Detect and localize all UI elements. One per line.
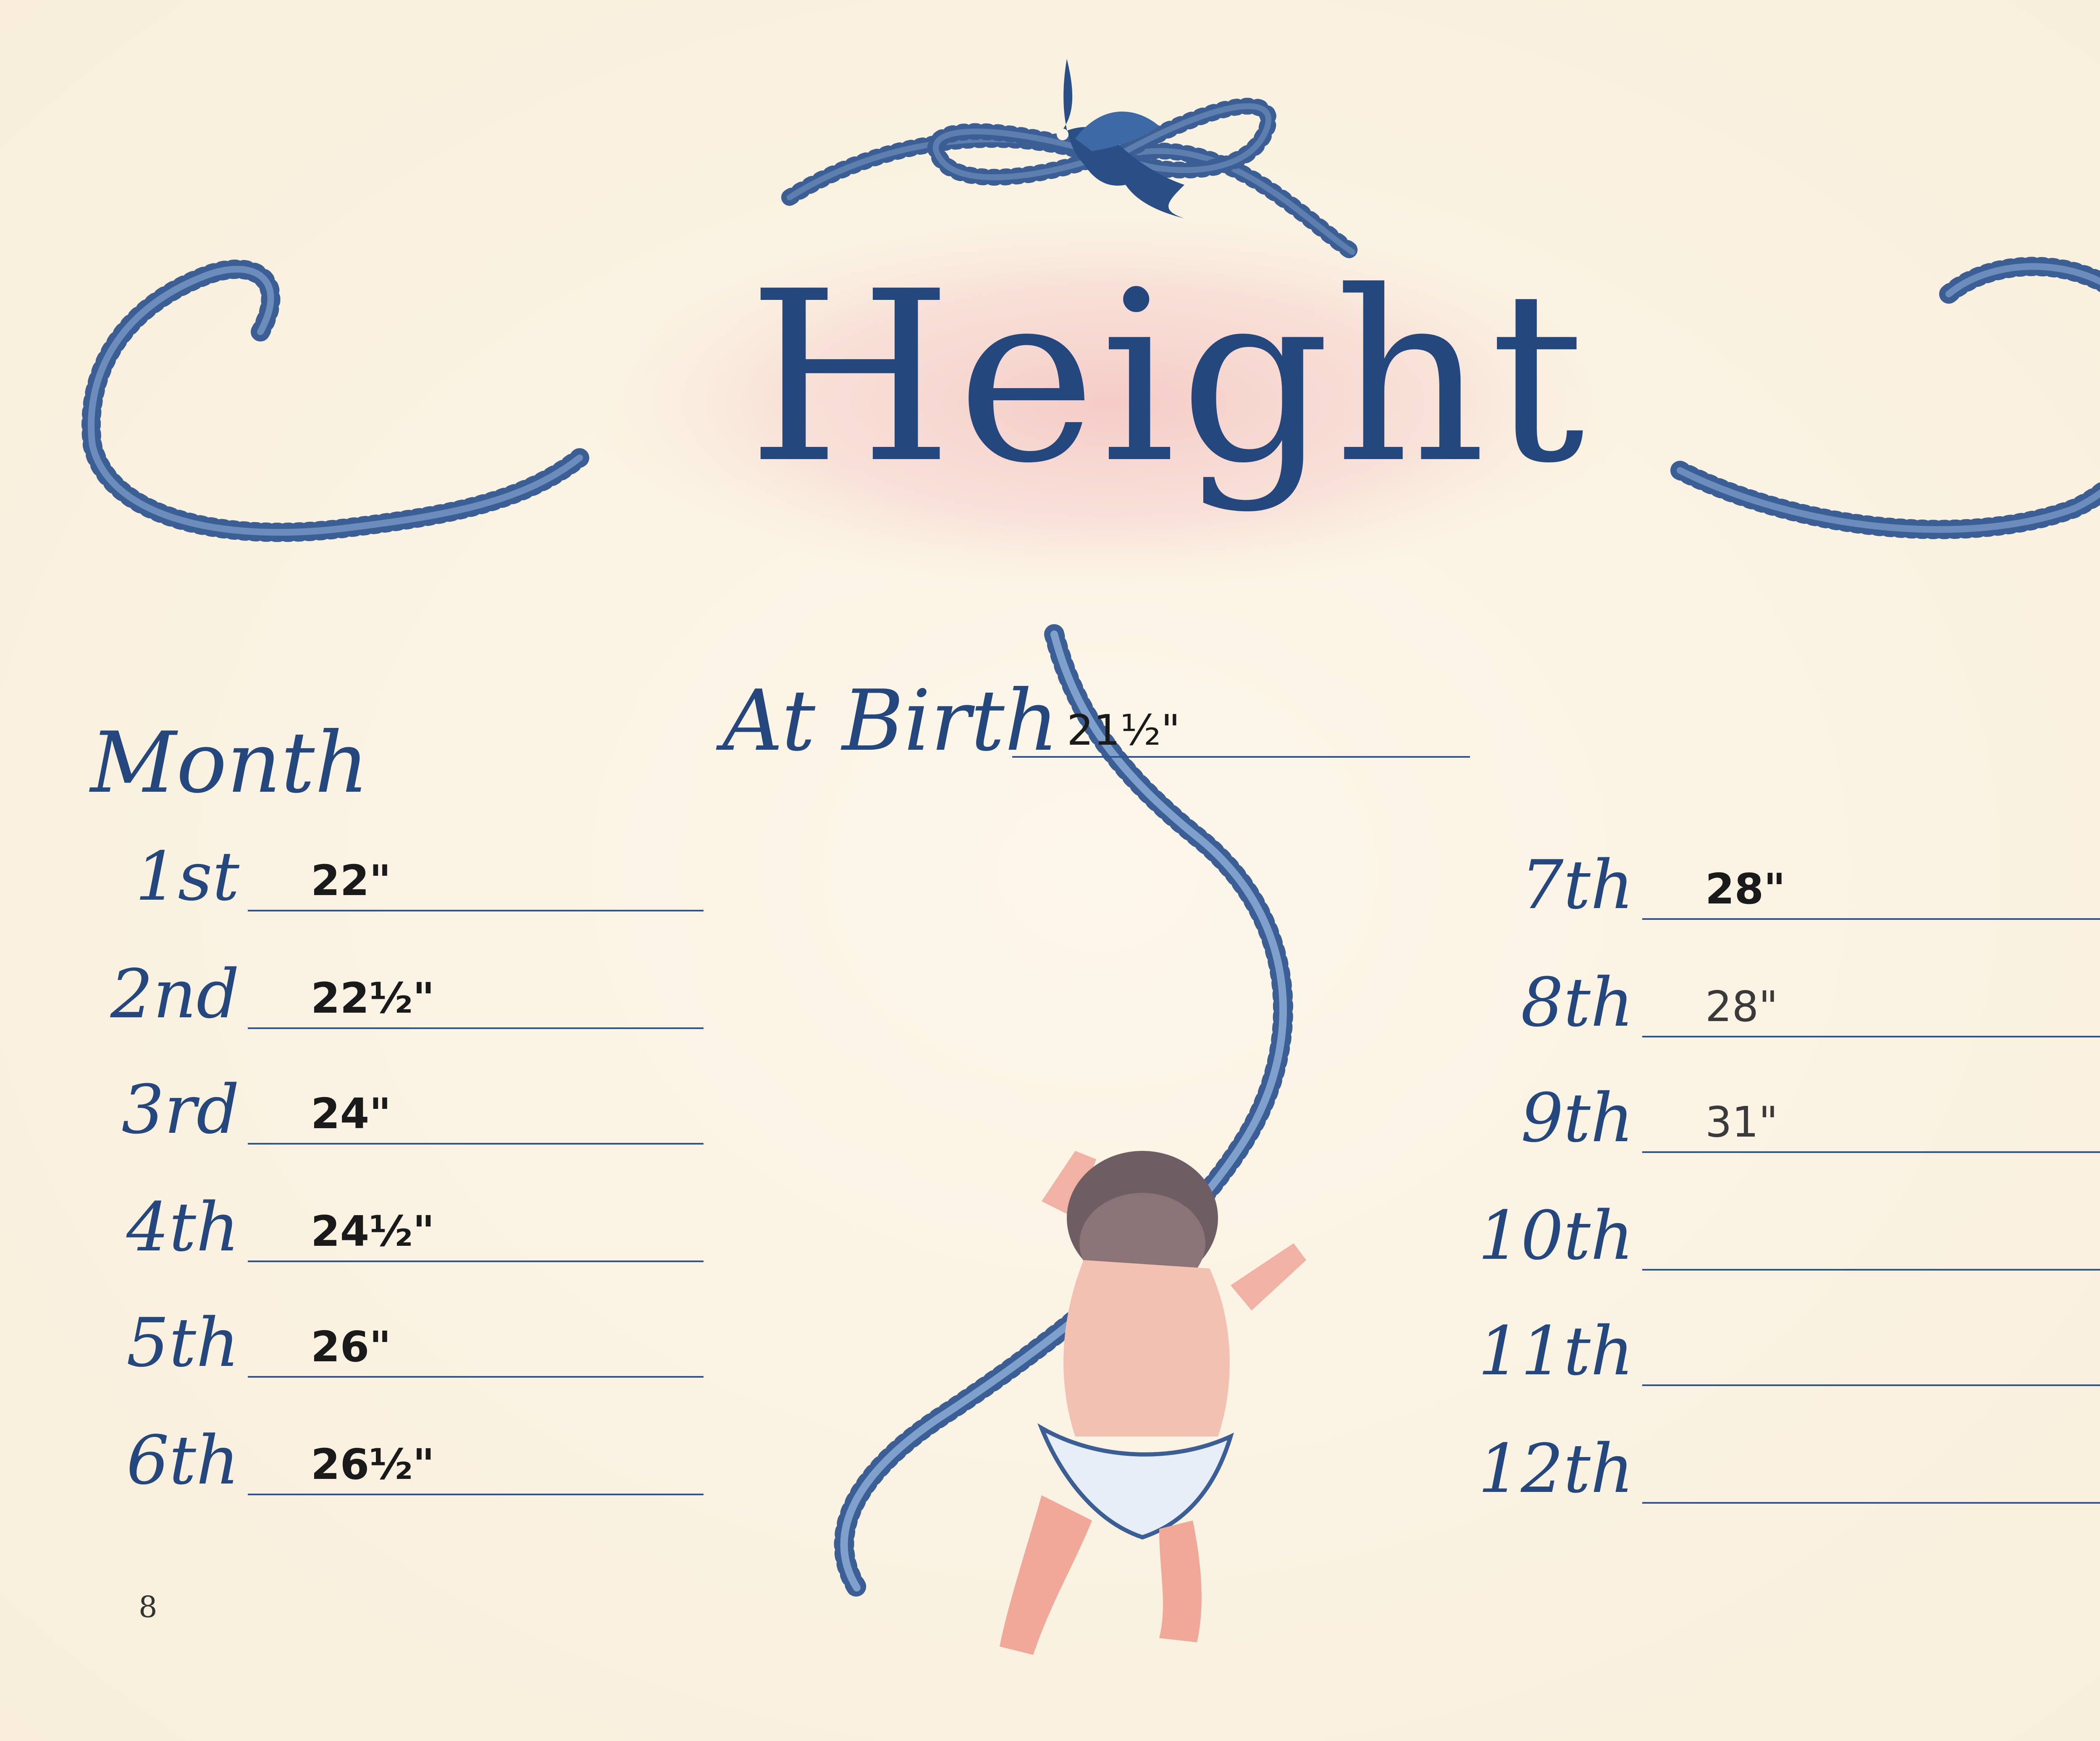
month-row-7[interactable]: 7th 28": [1521, 836, 2100, 924]
entry-line: [248, 1376, 704, 1378]
month-value: 28": [1705, 864, 1786, 914]
month-ordinal: 8th: [1520, 963, 1634, 1042]
measuring-tape-left: [81, 259, 589, 542]
entry-line: [248, 910, 704, 911]
month-ordinal: 10th: [1478, 1196, 1634, 1275]
month-value: 26½": [311, 1440, 435, 1489]
month-ordinal: 3rd: [121, 1070, 239, 1149]
month-ordinal: 11th: [1478, 1312, 1634, 1390]
month-row-8[interactable]: 8th 28": [1521, 953, 2100, 1042]
entry-line: [248, 1143, 704, 1145]
month-value: 31": [1705, 1098, 1778, 1147]
entry-line: [1642, 918, 2100, 920]
month-ordinal: 5th: [126, 1303, 239, 1382]
at-birth-value: 21½": [1067, 706, 1181, 755]
month-value: 22½": [311, 974, 435, 1023]
month-row-5[interactable]: 5th 26": [126, 1294, 704, 1382]
entry-line: [1642, 1384, 2100, 1386]
at-birth-line[interactable]: [1012, 756, 1470, 758]
measuring-tape-right: [1670, 257, 2100, 539]
entry-line: [1642, 1502, 2100, 1504]
month-value: 24": [311, 1089, 391, 1138]
book-page: Height Month At Birth 21½" 1st 22" 2nd 2…: [0, 0, 2100, 1741]
month-heading: Month: [90, 714, 369, 812]
at-birth-label: At Birth: [722, 672, 1059, 770]
entry-line: [1642, 1151, 2100, 1153]
month-value: 24½": [311, 1207, 435, 1256]
baby-illustration: [1000, 1151, 1306, 1655]
month-ordinal: 7th: [1520, 846, 1634, 924]
month-row-12[interactable]: 12th: [1478, 1420, 2100, 1508]
month-row-3[interactable]: 3rd 24": [121, 1061, 704, 1149]
page-title: Height: [748, 241, 1589, 515]
month-ordinal: 2nd: [110, 955, 239, 1033]
month-ordinal: 1st: [135, 837, 239, 916]
month-row-10[interactable]: 10th: [1478, 1187, 2100, 1275]
entry-line: [1642, 1036, 2100, 1037]
month-ordinal: 9th: [1520, 1079, 1634, 1157]
entry-line: [248, 1027, 704, 1029]
month-row-4[interactable]: 4th 24½": [126, 1178, 704, 1266]
month-ordinal: 12th: [1478, 1429, 1634, 1508]
month-row-9[interactable]: 9th 31": [1521, 1069, 2100, 1157]
month-row-11[interactable]: 11th: [1478, 1302, 2100, 1390]
month-row-1[interactable]: 1st 22": [135, 827, 704, 916]
month-value: 22": [311, 856, 391, 905]
month-ordinal: 6th: [126, 1421, 239, 1499]
month-row-6[interactable]: 6th 26½": [126, 1411, 704, 1499]
month-row-2[interactable]: 2nd 22½": [110, 945, 704, 1033]
month-ordinal: 4th: [126, 1188, 239, 1266]
month-value: 26": [311, 1322, 391, 1371]
entry-line: [248, 1260, 704, 1262]
entry-line: [248, 1494, 704, 1495]
page-number: 8: [139, 1590, 158, 1624]
entry-line: [1642, 1269, 2100, 1271]
month-value: 28": [1705, 982, 1778, 1031]
